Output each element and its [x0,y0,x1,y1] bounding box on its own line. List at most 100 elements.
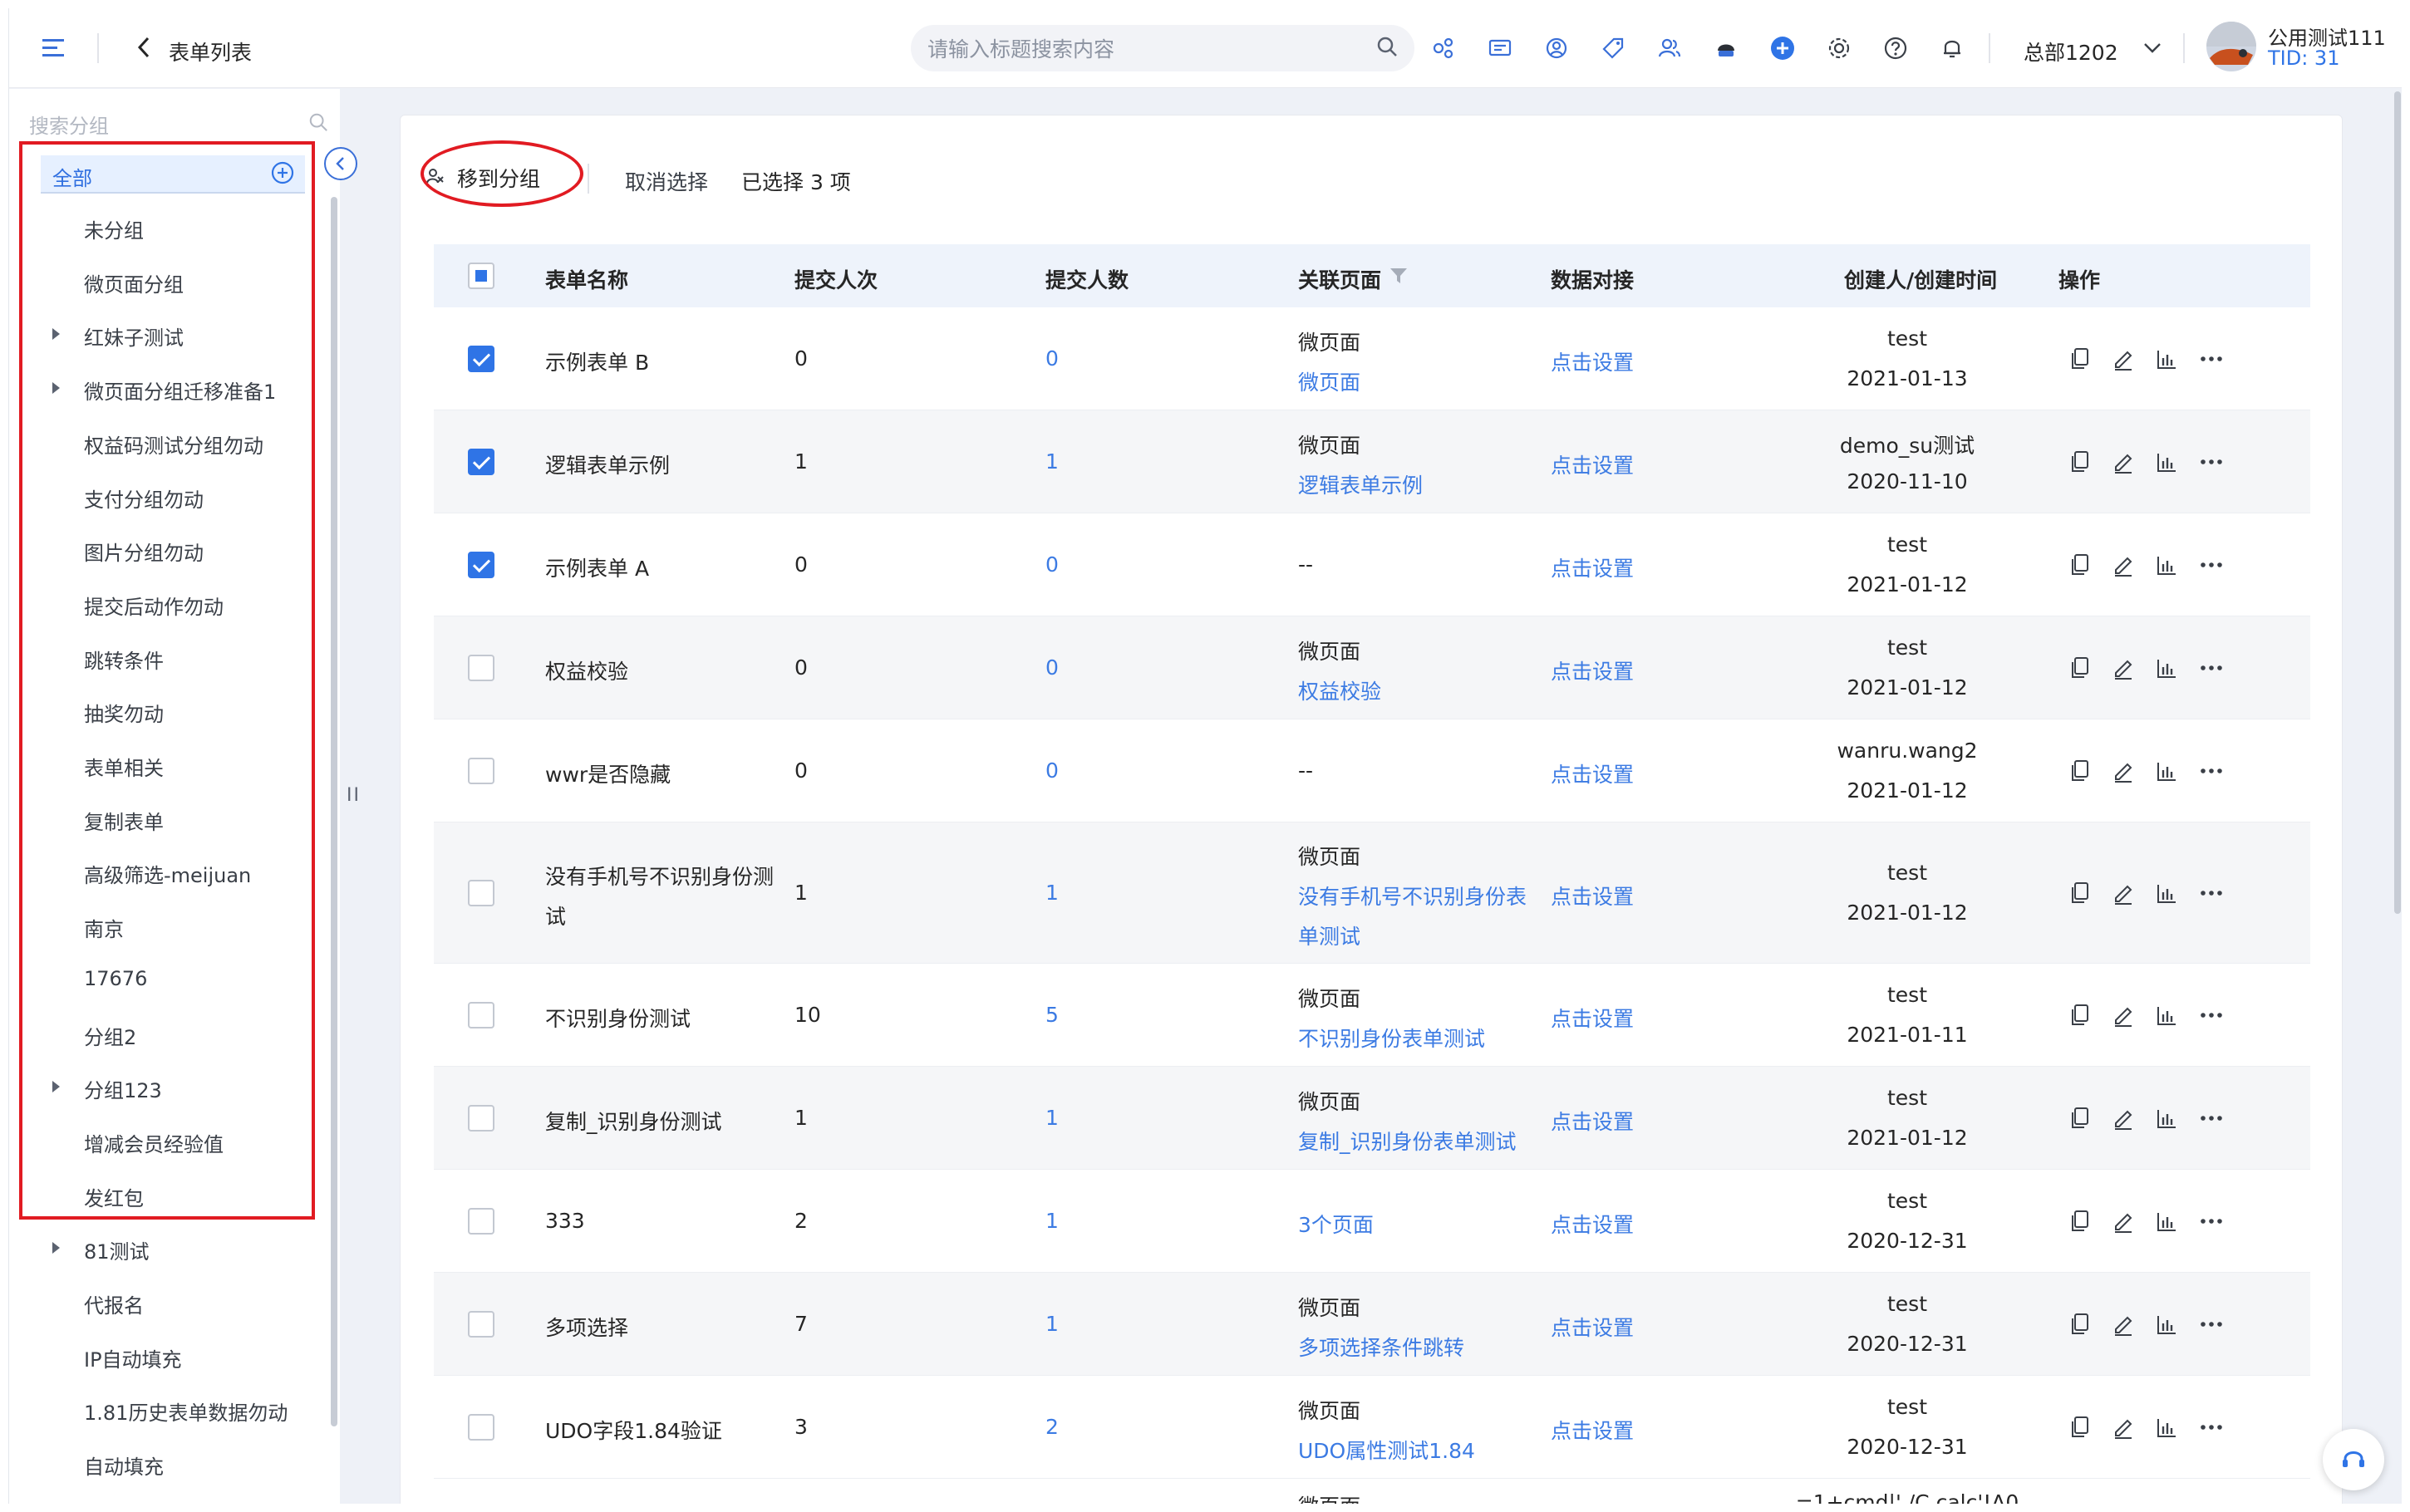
chart-icon[interactable] [2156,1004,2177,1027]
submitter-count-link[interactable]: 1 [1045,1312,1059,1336]
row-checkbox[interactable] [468,1002,494,1028]
more-icon[interactable] [2199,656,2224,680]
gear-icon[interactable] [1822,32,1856,65]
data-integration-link[interactable]: 点击设置 [1551,1312,1634,1342]
row-checkbox[interactable] [468,655,494,681]
collapse-sidebar-button[interactable] [324,147,357,180]
related-page-link[interactable]: 复制_识别身份表单测试 [1298,1126,1517,1156]
row-checkbox[interactable] [468,1311,494,1338]
row-checkbox[interactable] [468,1414,494,1441]
copy-icon[interactable] [2069,881,2091,905]
org-name[interactable]: 总部1202 [2024,37,2118,66]
copy-icon[interactable] [2069,347,2091,371]
chart-icon[interactable] [2156,656,2177,680]
copy-icon[interactable] [2069,553,2091,577]
copy-icon[interactable] [2069,759,2091,783]
submitter-count-link[interactable]: 0 [1045,552,1059,577]
related-page-link[interactable]: 微页面 [1298,366,1360,396]
sidebar-group-item[interactable]: 81测试 [84,1235,150,1264]
data-integration-link[interactable]: 点击设置 [1551,552,1634,582]
robot-icon[interactable] [1709,32,1743,65]
data-integration-link[interactable]: 点击设置 [1551,1415,1634,1445]
submitter-count-link[interactable]: 1 [1045,881,1059,905]
related-page-link[interactable]: 3个页面 [1298,1209,1374,1239]
plus-circle-icon[interactable] [1766,32,1799,65]
sidebar-group-item[interactable]: 自动填充 [84,1451,164,1480]
edit-icon[interactable] [2112,1313,2134,1336]
chevron-down-icon[interactable] [2142,38,2163,58]
title-search-input[interactable]: 请输入标题搜索内容 [911,25,1414,71]
copy-icon[interactable] [2069,450,2091,474]
column-header[interactable]: 提交人数 [1045,264,1129,294]
copy-icon[interactable] [2069,1004,2091,1027]
copy-icon[interactable] [2069,1313,2091,1336]
data-integration-link[interactable]: 点击设置 [1551,1003,1634,1033]
data-integration-link[interactable]: 点击设置 [1551,1106,1634,1136]
edit-icon[interactable] [2112,1004,2134,1027]
edit-icon[interactable] [2112,347,2134,371]
related-page-link[interactable]: 不识别身份表单测试 [1298,1023,1485,1053]
row-checkbox[interactable] [468,880,494,906]
submitter-count-link[interactable]: 0 [1045,655,1059,680]
sidebar-group-item[interactable]: 1.81历史表单数据勿动 [84,1397,288,1426]
row-checkbox[interactable] [468,758,494,784]
share-icon[interactable] [1427,32,1460,65]
related-page-link[interactable]: 权益校验 [1298,675,1381,705]
back-icon[interactable] [134,35,154,60]
sidebar-scrollbar[interactable] [331,197,337,1426]
more-icon[interactable] [2199,1210,2224,1233]
submitter-count-link[interactable]: 1 [1045,449,1059,474]
expand-caret-icon[interactable] [52,1242,60,1254]
data-integration-link[interactable]: 点击设置 [1551,758,1634,788]
edit-icon[interactable] [2112,553,2134,577]
edit-icon[interactable] [2112,759,2134,783]
menu-icon[interactable] [41,35,69,60]
row-checkbox[interactable] [468,346,494,372]
customer-service-button[interactable] [2323,1429,2384,1490]
more-icon[interactable] [2199,759,2224,783]
submitter-count-link[interactable]: 2 [1045,1415,1059,1439]
more-icon[interactable] [2199,881,2224,905]
data-integration-link[interactable]: 点击设置 [1551,346,1634,376]
select-all-checkbox[interactable] [468,263,494,289]
data-integration-link[interactable]: 点击设置 [1551,449,1634,479]
help-icon[interactable] [1879,32,1912,65]
copy-icon[interactable] [2069,1416,2091,1439]
chart-icon[interactable] [2156,1313,2177,1336]
message-icon[interactable] [1483,32,1517,65]
chart-icon[interactable] [2156,1210,2177,1233]
filter-icon[interactable] [1389,268,1408,287]
chart-icon[interactable] [2156,759,2177,783]
related-page-link[interactable]: 单测试 [1298,920,1360,950]
row-checkbox[interactable] [468,449,494,475]
chart-icon[interactable] [2156,1107,2177,1130]
related-page-link[interactable]: UDO属性测试1.84 [1298,1435,1475,1465]
related-page-link[interactable]: 逻辑表单示例 [1298,469,1423,499]
more-icon[interactable] [2199,1107,2224,1130]
chart-icon[interactable] [2156,1416,2177,1439]
more-icon[interactable] [2199,553,2224,577]
edit-icon[interactable] [2112,1416,2134,1439]
search-icon[interactable] [308,112,328,135]
bell-icon[interactable] [1935,32,1969,65]
more-icon[interactable] [2199,450,2224,474]
submitter-count-link[interactable]: 1 [1045,1209,1059,1233]
data-integration-link[interactable]: 点击设置 [1551,1209,1634,1239]
data-integration-link[interactable]: 点击设置 [1551,881,1634,911]
row-checkbox[interactable] [468,552,494,578]
submitter-count-link[interactable]: 0 [1045,758,1059,783]
edit-icon[interactable] [2112,1210,2134,1233]
chart-icon[interactable] [2156,881,2177,905]
more-icon[interactable] [2199,347,2224,371]
sidebar-group-item[interactable]: 代报名 [84,1289,144,1318]
search-icon[interactable] [1376,36,1398,61]
submitter-count-link[interactable]: 5 [1045,1003,1059,1027]
edit-icon[interactable] [2112,656,2134,680]
cancel-selection-button[interactable]: 取消选择 [625,166,708,196]
edit-icon[interactable] [2112,1107,2134,1130]
chart-icon[interactable] [2156,553,2177,577]
copy-icon[interactable] [2069,1210,2091,1233]
users-icon[interactable] [1653,32,1686,65]
submitter-count-link[interactable]: 0 [1045,346,1059,371]
copy-icon[interactable] [2069,1107,2091,1130]
